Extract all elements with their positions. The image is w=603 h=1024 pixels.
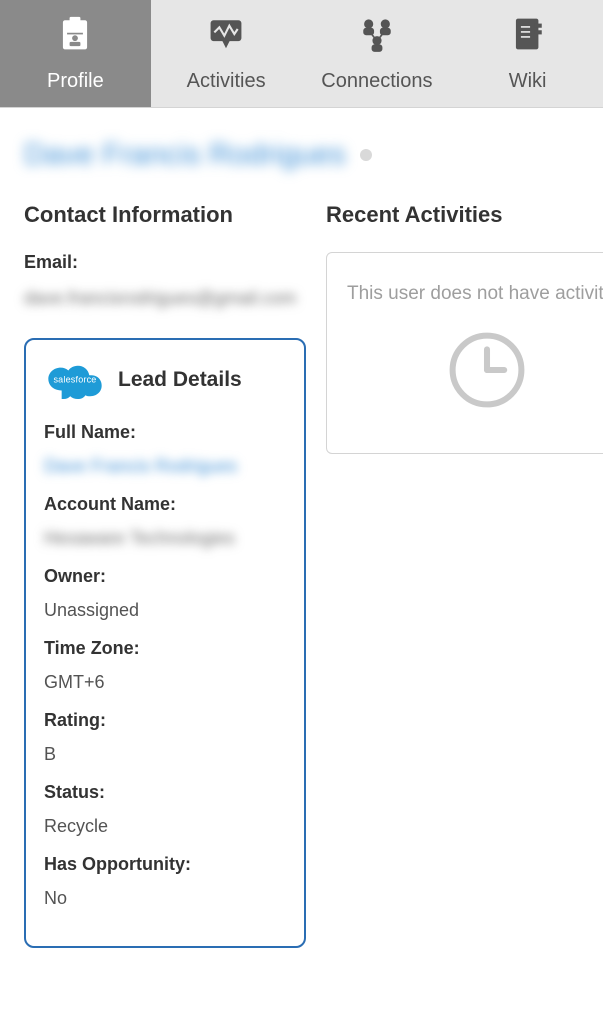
tab-label: Activities bbox=[187, 70, 266, 93]
tab-label: Wiki bbox=[509, 70, 547, 93]
tab-connections[interactable]: Connections bbox=[302, 0, 453, 107]
salesforce-badge-label: salesforce bbox=[53, 375, 96, 385]
lead-account-label: Account Name: bbox=[44, 494, 286, 515]
activities-icon bbox=[206, 14, 246, 60]
tab-wiki[interactable]: Wiki bbox=[452, 0, 603, 107]
tab-label: Connections bbox=[321, 70, 432, 93]
page-header: Dave Francis Rodrigues bbox=[0, 108, 603, 182]
activities-empty-message: This user does not have activities bbox=[347, 283, 603, 305]
clock-icon bbox=[347, 327, 603, 413]
wiki-icon bbox=[508, 14, 548, 60]
lead-details-panel: salesforce Lead Details Full Name: Dave … bbox=[24, 338, 306, 948]
lead-timezone-label: Time Zone: bbox=[44, 638, 286, 659]
lead-details-title: Lead Details bbox=[118, 368, 242, 392]
profile-icon bbox=[55, 14, 95, 60]
lead-timezone-value: GMT+6 bbox=[44, 669, 286, 696]
lead-opportunity-label: Has Opportunity: bbox=[44, 854, 286, 875]
lead-owner-label: Owner: bbox=[44, 566, 286, 587]
salesforce-cloud-icon: salesforce bbox=[44, 360, 106, 400]
recent-activities-box: This user does not have activities bbox=[326, 252, 603, 454]
email-label: Email: bbox=[24, 252, 306, 273]
connections-icon bbox=[357, 14, 397, 60]
tab-label: Profile bbox=[47, 70, 104, 93]
lead-fullname-label: Full Name: bbox=[44, 422, 286, 443]
lead-status-value: Recycle bbox=[44, 813, 286, 840]
lead-fullname-value[interactable]: Dave Francis Rodrigues bbox=[44, 453, 286, 480]
lead-rating-label: Rating: bbox=[44, 710, 286, 731]
lead-opportunity-value: No bbox=[44, 885, 286, 912]
lead-owner-value: Unassigned bbox=[44, 597, 286, 624]
lead-status-label: Status: bbox=[44, 782, 286, 803]
lead-account-value: Hexaware Technologies bbox=[44, 525, 286, 552]
recent-activities-title: Recent Activities bbox=[326, 202, 603, 228]
email-value: dave.francisrodrigues@gmail.com bbox=[24, 285, 306, 312]
contact-section-title: Contact Information bbox=[24, 202, 306, 228]
presence-dot-icon bbox=[360, 149, 372, 161]
tab-profile[interactable]: Profile bbox=[0, 0, 151, 107]
tab-activities[interactable]: Activities bbox=[151, 0, 302, 107]
tab-bar: Profile Activities Connections Wiki bbox=[0, 0, 603, 108]
profile-name: Dave Francis Rodrigues bbox=[24, 138, 346, 172]
lead-rating-value: B bbox=[44, 741, 286, 768]
